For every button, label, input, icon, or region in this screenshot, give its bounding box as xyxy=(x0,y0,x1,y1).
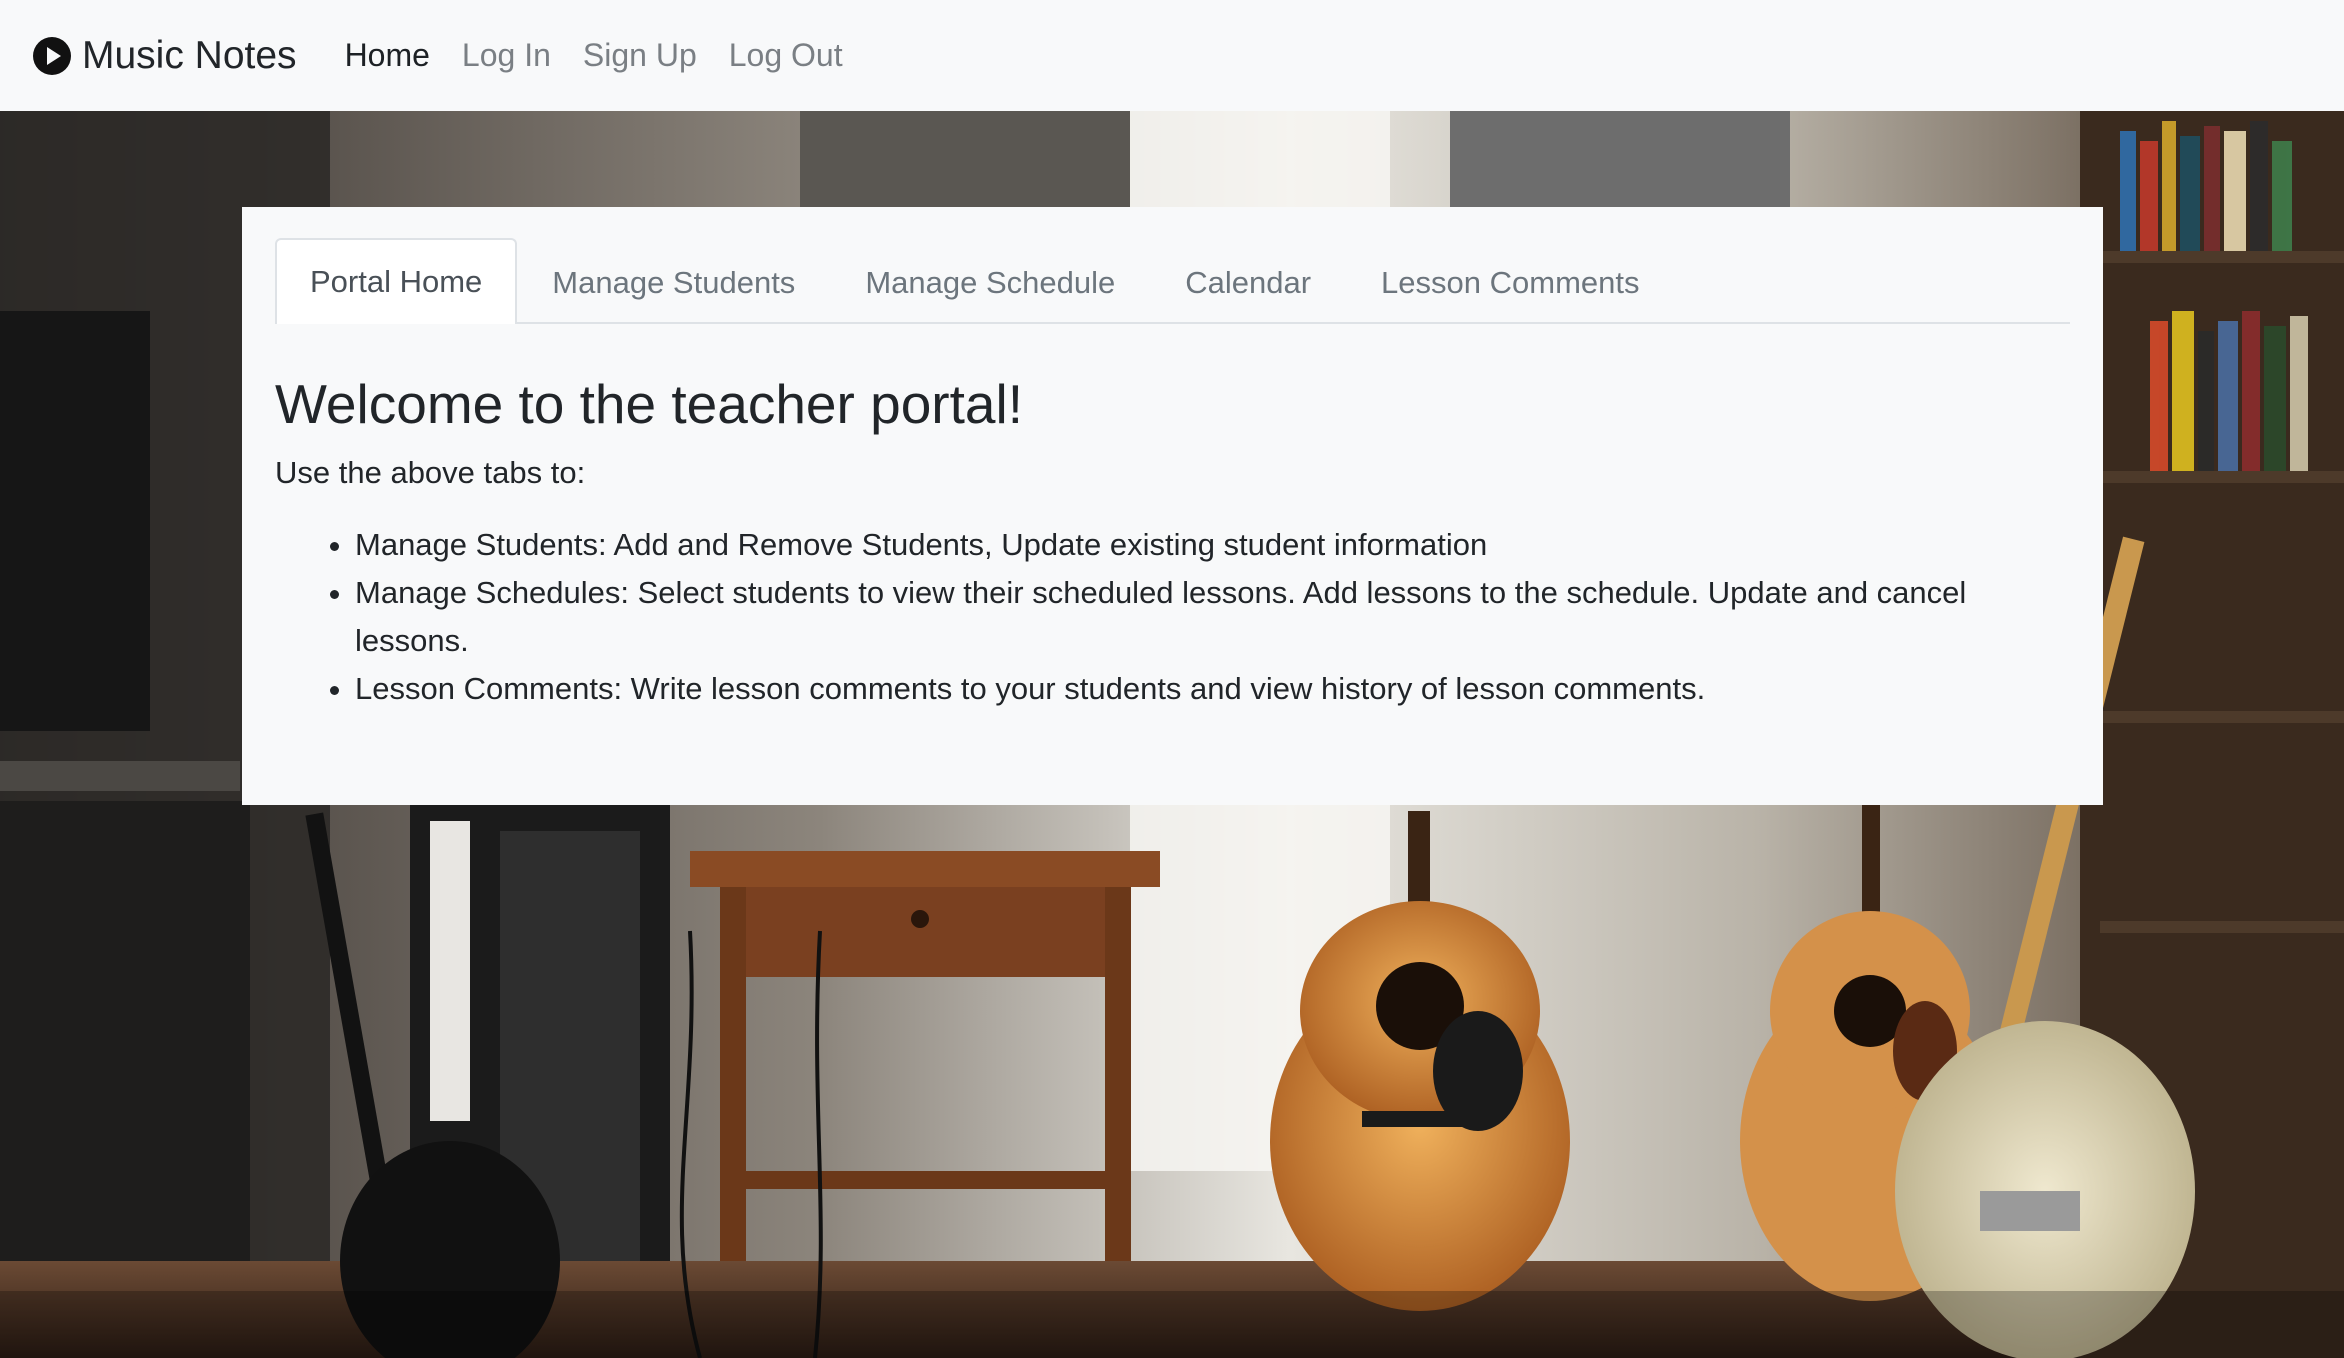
tab-portal-home[interactable]: Portal Home xyxy=(275,238,518,324)
list-item: Lesson Comments: Write lesson comments t… xyxy=(355,665,2070,713)
feature-list: Manage Students: Add and Remove Students… xyxy=(275,521,2070,713)
portal-tabs: Portal Home Manage Students Manage Sched… xyxy=(275,238,2070,324)
nav-link-home[interactable]: Home xyxy=(345,37,430,74)
nav-link-sign-up[interactable]: Sign Up xyxy=(583,37,697,74)
portal-home-panel: Welcome to the teacher portal! Use the a… xyxy=(275,324,2070,713)
nav-link-log-in[interactable]: Log In xyxy=(462,37,551,74)
portal-card: Portal Home Manage Students Manage Sched… xyxy=(242,207,2103,805)
list-item: Manage Students: Add and Remove Students… xyxy=(355,521,2070,569)
tab-manage-students[interactable]: Manage Students xyxy=(517,240,830,324)
tab-manage-schedule[interactable]: Manage Schedule xyxy=(830,240,1150,324)
brand-name: Music Notes xyxy=(82,33,297,77)
play-circle-icon xyxy=(33,36,71,75)
tab-lesson-comments[interactable]: Lesson Comments xyxy=(1346,240,1674,324)
nav-link-log-out[interactable]: Log Out xyxy=(729,37,843,74)
list-item: Manage Schedules: Select students to vie… xyxy=(355,569,2070,665)
brand-link[interactable]: Music Notes xyxy=(32,34,297,78)
tab-calendar[interactable]: Calendar xyxy=(1150,240,1346,324)
page-title: Welcome to the teacher portal! xyxy=(275,373,1023,435)
intro-text: Use the above tabs to: xyxy=(275,454,586,490)
top-navbar: Music Notes Home Log In Sign Up Log Out xyxy=(0,0,2344,111)
